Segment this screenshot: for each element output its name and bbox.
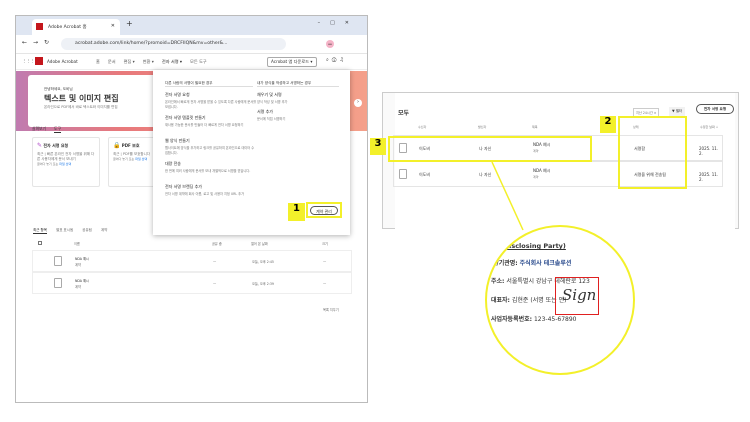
signature-image: Sign xyxy=(555,277,599,315)
address-label: 주소: xyxy=(491,278,505,285)
connector-line xyxy=(491,161,524,231)
company-label: 사/기관명: xyxy=(491,260,518,267)
magnified-document: 사, Disclosing Party) 사/기관명: 주식회사 테크솔루션 주… xyxy=(485,225,635,375)
reg-value: 123-45-67890 xyxy=(533,316,577,323)
company-value: 주식회사 테크솔루션 xyxy=(519,260,572,267)
rep-label: 대표자: xyxy=(491,297,510,304)
doc-heading: 사, Disclosing Party) xyxy=(493,242,566,250)
reg-label: 사업자등록번호: xyxy=(491,316,533,323)
